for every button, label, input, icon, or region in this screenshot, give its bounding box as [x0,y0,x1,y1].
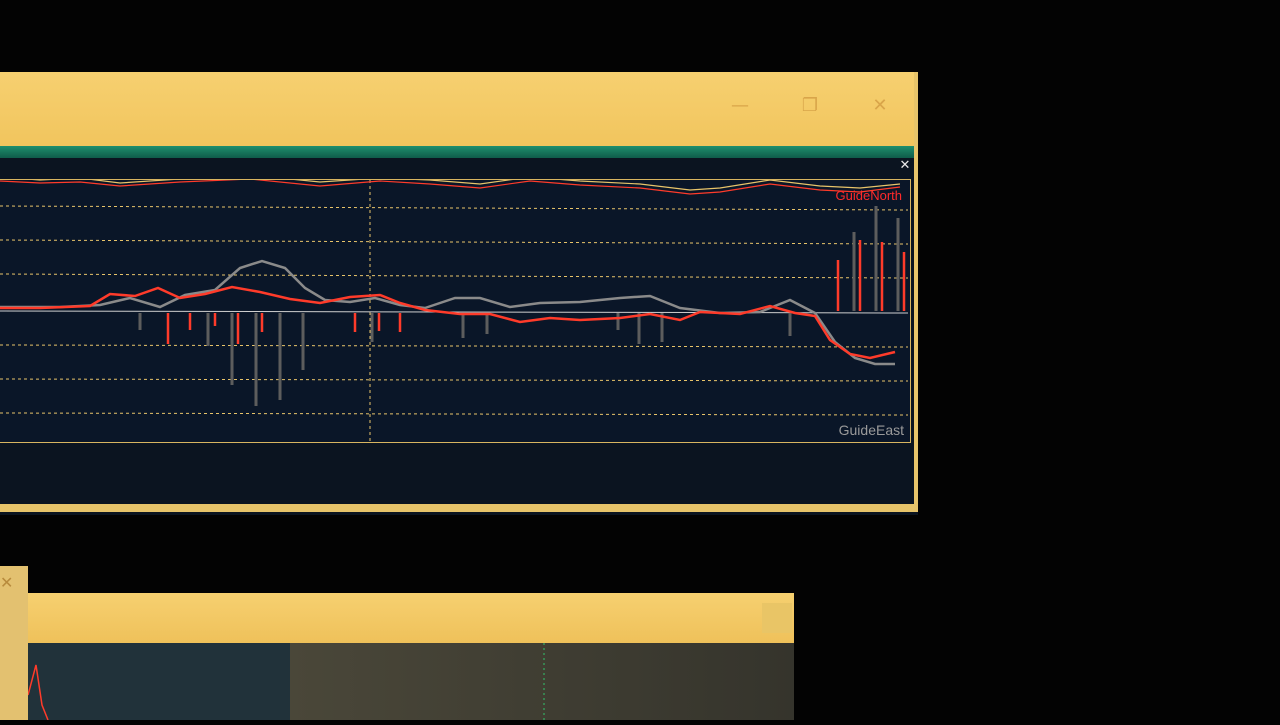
grid-line [0,205,909,211]
grid-line [0,273,909,279]
close-icon[interactable]: ✕ [866,92,894,120]
mini-trace-line [28,664,49,720]
secondary-window[interactable] [28,593,794,720]
secondary-window-panel-left [28,643,290,720]
secondary-window-canvas [543,643,545,720]
north-series-line [0,285,896,360]
window-right-border [914,72,918,508]
graph-canvas [0,174,909,442]
guide-graph-window: — ❐ ✕ ✕ GuideNorth GuideEast [0,72,918,515]
window-titlebar[interactable]: — ❐ ✕ [0,72,918,152]
legend-guide-north: GuideNorth [835,188,902,203]
close-icon[interactable]: ✕ [0,574,13,592]
mini-trace [28,664,49,720]
background-window-edge[interactable]: ✕ [0,566,28,720]
legend-guide-east: GuideEast [838,422,904,438]
guide-graph: GuideNorth GuideEast [0,174,911,443]
grid-line [0,378,909,382]
grid-line [0,344,909,348]
window-bottom-border [0,504,918,512]
panel-close-icon[interactable]: ✕ [897,158,913,174]
grid-line [0,239,909,245]
grid-line [0,412,909,416]
accent-strip [0,146,918,158]
minimize-icon[interactable]: — [726,92,754,120]
north-correction-bars [166,240,906,344]
secondary-window-panel-right [290,643,794,720]
window-control-button[interactable] [762,603,792,633]
secondary-window-titlebar[interactable] [28,593,794,643]
maximize-icon[interactable]: ❐ [796,92,824,120]
